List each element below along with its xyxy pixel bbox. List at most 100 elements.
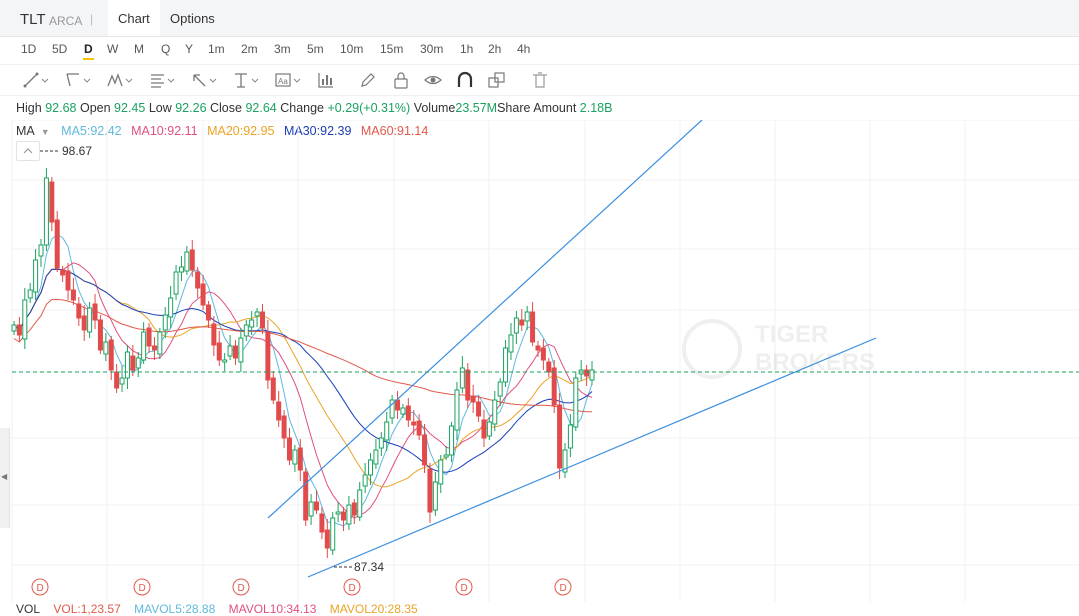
eye-icon[interactable] [423, 71, 451, 89]
candle [357, 482, 363, 521]
candle [546, 358, 552, 377]
dividend-marker-label: D [139, 583, 146, 594]
measure-tool-icon[interactable] [232, 71, 260, 89]
symbol-ticker[interactable]: TLT [20, 11, 46, 28]
volume-value: 23.57M [455, 101, 498, 115]
candle [438, 455, 444, 493]
candle [573, 372, 579, 431]
candle [276, 391, 282, 427]
drawing-toolbar: Aa [0, 64, 1079, 96]
dividend-marker-label: D [349, 583, 356, 594]
period-1d[interactable]: 1D [21, 42, 36, 56]
candle [49, 177, 55, 231]
line-tool-icon[interactable] [22, 71, 50, 89]
candle [589, 361, 595, 385]
period-10m[interactable]: 10m [340, 42, 363, 56]
quote-info-line: High 92.68 Open 92.45 Low 92.26 Close 92… [16, 101, 612, 115]
dividend-marker: D [31, 578, 49, 596]
candle [373, 439, 379, 469]
channel-tool-icon[interactable] [64, 71, 92, 89]
fib-tool-icon[interactable] [148, 71, 176, 89]
candle [535, 341, 541, 357]
period-1m[interactable]: 1m [208, 42, 225, 56]
candle [270, 371, 276, 404]
indicator-icon[interactable] [316, 71, 344, 89]
candle [222, 353, 228, 371]
pencil-icon[interactable] [358, 71, 386, 89]
period-y[interactable]: Y [185, 42, 193, 56]
top-bar: TLT ARCA | Chart Options [0, 0, 1079, 37]
share-amount-value: 2.18B [579, 101, 613, 115]
period-1h[interactable]: 1h [460, 42, 473, 56]
clone-icon[interactable] [487, 71, 515, 89]
candle [476, 396, 482, 422]
period-2m[interactable]: 2m [241, 42, 258, 56]
watermark-logo-icon [682, 319, 742, 379]
collapse-legend-button[interactable] [16, 141, 40, 161]
candle [243, 320, 249, 341]
magnet-icon[interactable] [455, 71, 483, 89]
tab-options[interactable]: Options [160, 0, 225, 36]
text-tool-icon[interactable]: Aa [274, 71, 302, 89]
candle [286, 428, 292, 465]
candle [184, 246, 190, 275]
period-30m[interactable]: 30m [420, 42, 443, 56]
tab-chart[interactable]: Chart [108, 0, 160, 36]
period-15m[interactable]: 15m [380, 42, 403, 56]
price-chart[interactable]: TIGER BROKERS 98.67 87.34 D D D D D D [0, 120, 1079, 602]
candle [308, 494, 314, 525]
arrow-tool-icon[interactable] [190, 71, 218, 89]
candle [211, 316, 217, 356]
period-5d[interactable]: 5D [52, 42, 67, 56]
change-value: +0.29(+0.31%) [327, 101, 411, 115]
candle [281, 410, 287, 448]
candle [351, 499, 357, 524]
dividend-marker: D [455, 578, 473, 596]
mavol10-value: MAVOL10:34.13 [228, 602, 317, 616]
candle [33, 249, 39, 300]
volume-label: Volume [413, 101, 456, 115]
dividend-marker-label: D [37, 583, 44, 594]
candle [124, 345, 130, 389]
candle [540, 339, 546, 370]
chart-grid [11, 120, 1079, 602]
high-marker-label: 98.67 [62, 144, 92, 158]
period-selector: 1D 5D D W M Q Y 1m 2m 3m 5m 10m 15m 30m … [0, 36, 1079, 63]
trash-icon[interactable] [530, 71, 558, 89]
candle [65, 263, 71, 300]
period-4h[interactable]: 4h [517, 42, 530, 56]
candle [76, 297, 82, 326]
exchange-label: ARCA [49, 14, 83, 28]
candle [530, 302, 536, 346]
candle [324, 519, 330, 558]
mavol20-value: MAVOL20:28.35 [329, 602, 418, 616]
lock-icon[interactable] [391, 71, 419, 89]
period-5m[interactable]: 5m [307, 42, 324, 56]
candle [22, 288, 28, 349]
candle [195, 267, 201, 298]
candle [173, 265, 179, 300]
period-q[interactable]: Q [161, 42, 170, 56]
mavol5-value: MAVOL5:28.88 [134, 602, 216, 616]
volume-legend: VOL VOL:1,23.57 MAVOL5:28.88 MAVOL10:34.… [16, 602, 418, 616]
candle [205, 301, 211, 328]
candle [11, 321, 17, 335]
candle [486, 417, 492, 440]
candle [54, 211, 60, 272]
open-label: Open [79, 101, 111, 115]
vol-value: VOL:1,23.57 [53, 602, 121, 616]
period-3m[interactable]: 3m [274, 42, 291, 56]
period-2h[interactable]: 2h [488, 42, 501, 56]
candle [200, 275, 206, 310]
candle [114, 364, 120, 393]
pattern-tool-icon[interactable] [106, 71, 134, 89]
candle [378, 432, 384, 456]
dividend-marker: D [133, 578, 151, 596]
period-d[interactable]: D [83, 42, 94, 60]
period-m[interactable]: M [134, 42, 144, 56]
side-panel-handle[interactable]: ◀ [0, 428, 10, 528]
low-label: Low [148, 101, 172, 115]
candle [346, 496, 352, 530]
period-w[interactable]: W [107, 42, 118, 56]
candle [92, 294, 98, 329]
